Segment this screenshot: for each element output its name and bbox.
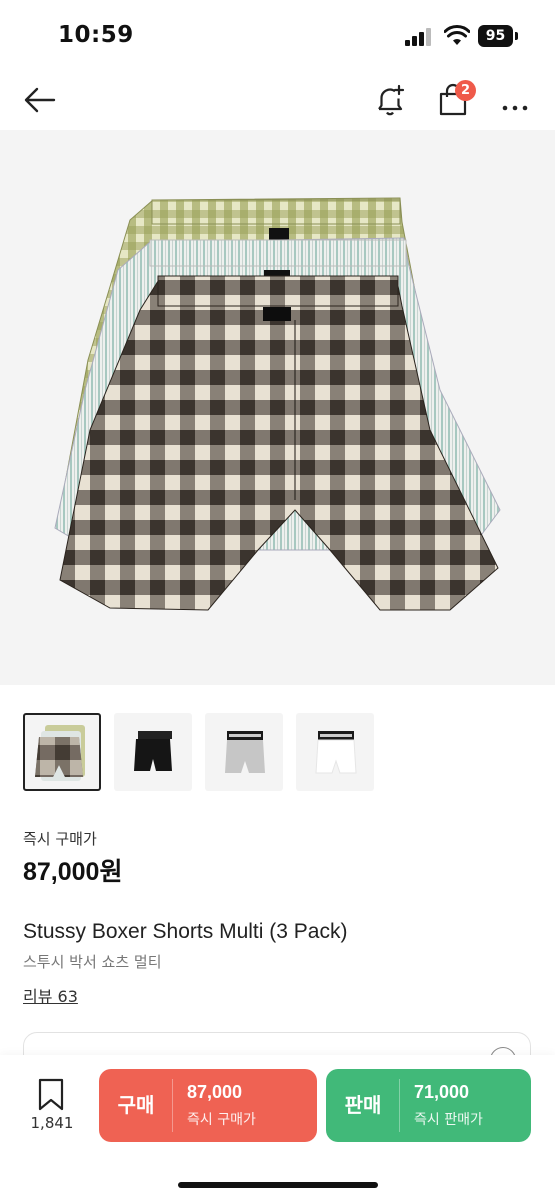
- thumbnail-black-image: [134, 731, 172, 771]
- thumbnail-white-image: [315, 731, 357, 774]
- wishlist-count: 1,841: [30, 1114, 74, 1132]
- more-options-button[interactable]: [495, 80, 535, 120]
- buy-price: 87,000: [187, 1082, 243, 1102]
- status-bar: 10:59 95: [0, 0, 555, 70]
- thumbnail-grey[interactable]: [205, 713, 283, 791]
- home-indicator[interactable]: [178, 1182, 378, 1188]
- buy-label: 구매: [117, 1093, 155, 1117]
- product-image[interactable]: [0, 130, 555, 685]
- battery-indicator: 95: [478, 25, 513, 47]
- sell-subtitle: 즉시 판매가: [414, 1112, 483, 1128]
- instant-buy-price-label: 즉시 구매가: [23, 830, 97, 848]
- battery-tip: [515, 32, 518, 40]
- thumbnail-white[interactable]: [296, 713, 374, 791]
- sell-button[interactable]: 판매 71,000 즉시 판매가: [326, 1069, 531, 1142]
- cart-badge: 2: [455, 80, 476, 101]
- thumbnail-multi-pack[interactable]: [23, 713, 101, 791]
- wifi-icon: [444, 25, 470, 45]
- thumbnail-grey-image: [225, 731, 265, 773]
- notification-button[interactable]: [370, 80, 410, 120]
- thumbnail-black[interactable]: [114, 713, 192, 791]
- product-name: Stussy Boxer Shorts Multi (3 Pack): [23, 920, 348, 943]
- more-icon: [502, 105, 528, 111]
- image-thumbnails: [23, 713, 543, 793]
- bottom-action-bar: 1,841 구매 87,000 즉시 구매가 판매 71,000 즉시 판매가: [0, 1055, 555, 1200]
- wishlist-button[interactable]: 1,841: [26, 1077, 76, 1137]
- back-button[interactable]: [20, 80, 60, 120]
- instant-buy-price: 87,000원: [23, 858, 123, 886]
- shopping-bag-button[interactable]: 2: [433, 80, 476, 120]
- product-name-korean: 스투시 박서 쇼츠 멀티: [23, 953, 162, 971]
- bookmark-icon: [38, 1078, 64, 1111]
- buy-subtitle: 즉시 구매가: [187, 1112, 256, 1128]
- sell-label: 판매: [344, 1093, 382, 1117]
- sell-divider: [399, 1079, 400, 1132]
- top-nav-bar: 2: [0, 70, 555, 130]
- boxer-shorts-image: [54, 197, 501, 611]
- buy-divider: [172, 1079, 173, 1132]
- back-arrow-icon: [24, 87, 56, 113]
- sell-price: 71,000: [414, 1082, 470, 1102]
- status-time: 10:59: [58, 22, 134, 48]
- buy-button[interactable]: 구매 87,000 즉시 구매가: [99, 1069, 317, 1142]
- bell-plus-icon: [378, 84, 405, 116]
- review-link[interactable]: 리뷰 63: [23, 983, 78, 1007]
- thumbnail-multi-image: [35, 725, 85, 781]
- signal-icon: [405, 28, 433, 46]
